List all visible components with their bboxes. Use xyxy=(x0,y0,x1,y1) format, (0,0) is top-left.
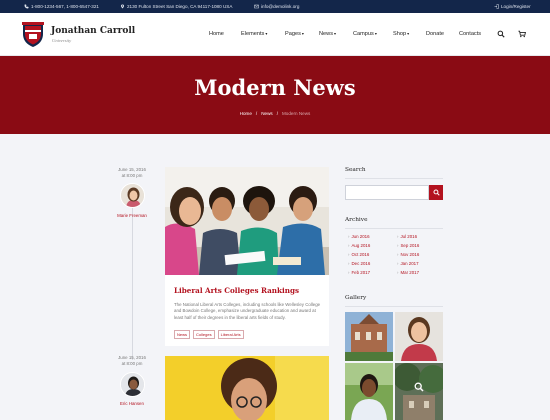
nav-contacts-label: Contacts xyxy=(459,31,482,37)
archive-widget-title: Archive xyxy=(345,217,368,223)
archive-link[interactable]: Aug 2016 xyxy=(348,243,370,248)
post-date: June 15, 2016 at 8:00 pm xyxy=(108,355,156,367)
search-icon xyxy=(432,189,440,196)
post-date: June 15, 2016 at 8:00 pm xyxy=(108,167,156,179)
author-avatar[interactable] xyxy=(120,183,145,208)
divider xyxy=(345,228,443,229)
post-excerpt: The National Liberal Arts Colleges, incl… xyxy=(174,302,321,320)
author-photo xyxy=(121,184,144,207)
chevron-down-icon: ▾ xyxy=(374,31,377,36)
chevron-down-icon: ▾ xyxy=(301,31,304,36)
author-name[interactable]: Marie Freeman xyxy=(104,213,160,218)
post-tags: News Colleges Liberal Arts xyxy=(174,330,244,339)
archive-link[interactable]: Jul 2016 xyxy=(397,234,417,239)
email-icon xyxy=(254,4,259,8)
gallery-widget-title: Gallery xyxy=(345,295,367,301)
breadcrumb: Home / News / Modern News xyxy=(239,111,311,116)
page-title: Modern News xyxy=(194,75,356,100)
archive-link[interactable]: Jun 2016 xyxy=(348,234,369,239)
gallery-thumbnail[interactable] xyxy=(345,312,393,361)
archive-link[interactable]: Dec 2016 xyxy=(348,261,370,266)
chevron-down-icon: ▾ xyxy=(407,31,410,36)
author-avatar[interactable] xyxy=(120,372,145,397)
search-widget-title: Search xyxy=(345,167,366,173)
site-title[interactable]: Jonathan Carroll xyxy=(51,26,135,36)
nav-elements-label: Elements xyxy=(241,31,265,37)
archive-link[interactable]: Oct 2016 xyxy=(348,252,369,257)
gallery-thumbnail[interactable] xyxy=(395,363,443,420)
nav-pages-label: Pages xyxy=(285,31,301,37)
nav-home-label: Home xyxy=(209,31,224,37)
email-contact[interactable]: info@demolink.org xyxy=(254,4,299,9)
archive-link[interactable]: Nov 2016 xyxy=(397,252,419,257)
divider xyxy=(345,306,443,307)
phone-contact[interactable]: 1-800-1234-567, 1-800-6547-321 xyxy=(24,4,99,9)
nav-campus[interactable]: Campus▾ xyxy=(353,31,377,37)
nav-shop-label: Shop xyxy=(393,31,407,37)
login-register-link[interactable]: Login/Register xyxy=(494,4,531,9)
post-time-text: at 8:00 pm xyxy=(121,173,143,178)
phone-icon xyxy=(24,4,29,8)
nav-news-label: News xyxy=(319,31,333,37)
archive-link[interactable]: Sep 2016 xyxy=(397,243,419,248)
nav-news[interactable]: News▾ xyxy=(319,31,336,37)
search-input[interactable] xyxy=(345,185,429,200)
chevron-down-icon: ▾ xyxy=(334,31,337,36)
student-glasses-photo xyxy=(165,356,329,420)
page-hero-banner: Modern News Home / News / Modern News xyxy=(0,56,550,134)
site-header: Jonathan Carroll University Home Element… xyxy=(0,13,550,56)
login-text: Login/Register xyxy=(501,3,531,9)
archive-link[interactable]: Mar 2017 xyxy=(397,270,419,275)
archive-link[interactable]: Jan 2017 xyxy=(397,261,418,266)
nav-shop[interactable]: Shop▾ xyxy=(393,31,409,37)
post-title[interactable]: Liberal Arts Colleges Rankings xyxy=(174,286,299,295)
divider xyxy=(345,178,443,179)
breadcrumb-current: Modern News xyxy=(281,111,311,116)
top-bar: 1-800-1234-567, 1-800-6547-321 2130 Fult… xyxy=(0,0,550,13)
nav-campus-label: Campus xyxy=(353,31,374,37)
nav-pages[interactable]: Pages▾ xyxy=(285,31,304,37)
address-contact: 2130 Fulton Street San Diego, CA 94117-1… xyxy=(120,4,232,9)
email-text: info@demolink.org xyxy=(261,3,300,9)
login-icon xyxy=(494,3,499,9)
site-subtitle: University xyxy=(52,38,72,43)
university-crest-logo[interactable] xyxy=(21,21,45,48)
tag-liberal-arts[interactable]: Liberal Arts xyxy=(217,330,244,339)
archive-link[interactable]: Feb 2017 xyxy=(348,270,370,275)
chevron-down-icon: ▾ xyxy=(265,31,268,36)
gallery-thumbnail[interactable] xyxy=(395,312,443,361)
post-image[interactable] xyxy=(165,356,329,420)
location-pin-icon xyxy=(121,4,124,8)
post-image[interactable] xyxy=(165,167,329,275)
breadcrumb-news[interactable]: News xyxy=(261,111,273,116)
nav-donate[interactable]: Donate xyxy=(426,31,444,37)
zoom-icon xyxy=(414,382,424,392)
tag-news[interactable]: News xyxy=(174,330,191,339)
post-time-text: at 8:00 pm xyxy=(121,361,143,366)
nav-elements[interactable]: Elements▾ xyxy=(241,31,267,37)
phone-text: 1-800-1234-567, 1-800-6547-321 xyxy=(31,3,99,9)
nav-donate-label: Donate xyxy=(426,31,445,37)
shopping-cart-icon[interactable] xyxy=(518,30,526,38)
students-photo xyxy=(165,167,329,275)
nav-contacts[interactable]: Contacts xyxy=(459,31,481,37)
student-outdoor-photo xyxy=(345,363,393,420)
tag-colleges[interactable]: Colleges xyxy=(193,330,215,339)
author-name[interactable]: Eric Hansen xyxy=(104,401,160,406)
campus-building-photo xyxy=(345,312,393,361)
search-button[interactable] xyxy=(429,185,443,200)
student-portrait-photo xyxy=(395,312,443,361)
author-photo xyxy=(121,373,144,396)
gallery-thumbnail[interactable] xyxy=(345,363,393,420)
search-icon[interactable] xyxy=(497,30,505,38)
post-card: Liberal Arts Colleges Rankings The Natio… xyxy=(165,167,329,346)
address-text: 2130 Fulton Street San Diego, CA 94117-1… xyxy=(127,3,233,9)
breadcrumb-home[interactable]: Home xyxy=(240,111,252,116)
nav-home[interactable]: Home xyxy=(209,31,224,37)
